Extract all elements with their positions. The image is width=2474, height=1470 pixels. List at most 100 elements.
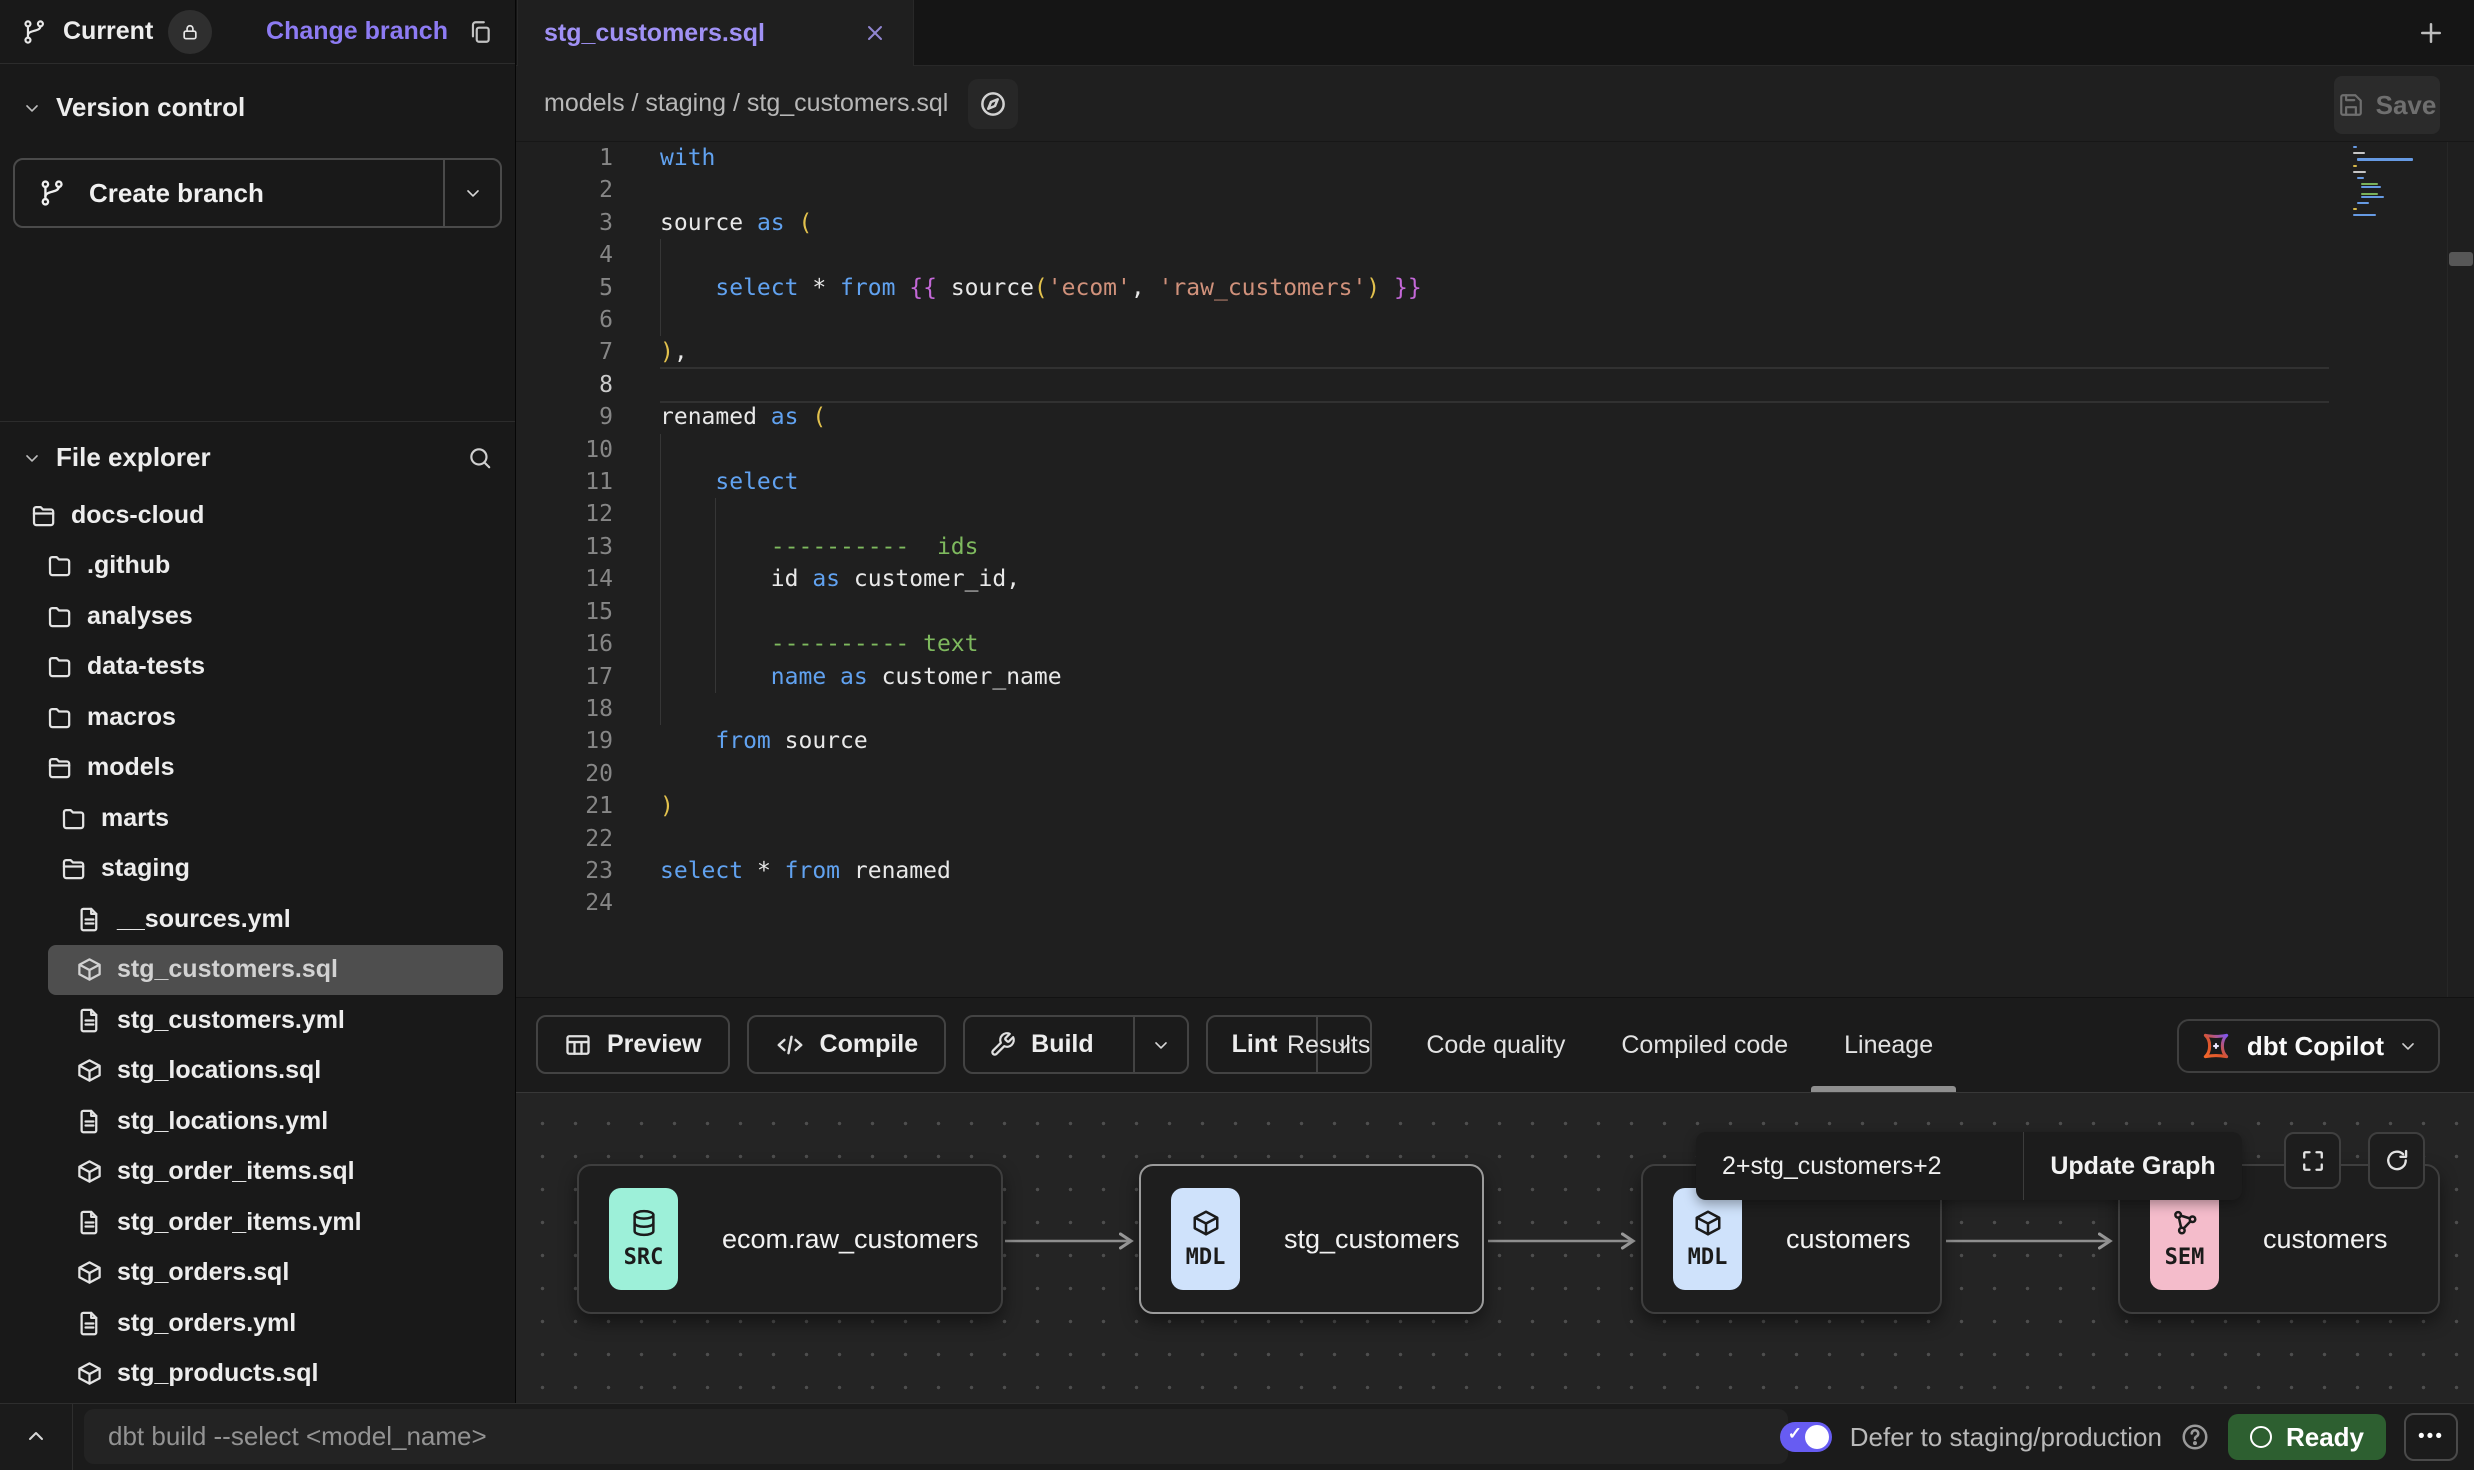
- ellipsis-icon: •••: [2418, 1426, 2444, 1448]
- new-tab-button[interactable]: [2416, 18, 2446, 48]
- database-icon: [629, 1208, 659, 1238]
- minimap-line: [2357, 158, 2413, 160]
- version-control-header[interactable]: Version control: [0, 92, 515, 123]
- compile-button[interactable]: Compile: [747, 1015, 947, 1074]
- tree-item-stg_order_items.sql[interactable]: stg_order_items.sql: [0, 1147, 515, 1198]
- file-icon: [76, 1209, 103, 1236]
- minimap-line: [2361, 196, 2384, 198]
- file-icon: [76, 1310, 103, 1337]
- refresh-button[interactable]: [2368, 1132, 2425, 1189]
- tree-item-label: macros: [87, 703, 176, 732]
- code-line-17: name as customer_name: [660, 661, 1422, 693]
- tree-item-stg_orders.yml[interactable]: stg_orders.yml: [0, 1298, 515, 1349]
- line-number-1: 1: [516, 142, 613, 174]
- create-branch-button[interactable]: Create branch: [15, 160, 443, 226]
- more-options-button[interactable]: •••: [2404, 1413, 2458, 1461]
- code-line-14: id as customer_id,: [660, 563, 1422, 595]
- code-line-6: [660, 304, 1422, 336]
- tree-item-label: .github: [87, 551, 170, 580]
- tree-item-marts[interactable]: marts: [0, 793, 515, 844]
- change-branch-link[interactable]: Change branch: [266, 17, 448, 46]
- update-graph-button[interactable]: Update Graph: [2023, 1132, 2242, 1200]
- tree-item-models[interactable]: models: [0, 743, 515, 794]
- command-input[interactable]: dbt build --select <model_name>: [84, 1409, 1788, 1464]
- file-icon: [76, 1108, 103, 1135]
- tree-item-staging[interactable]: staging: [0, 844, 515, 895]
- lineage-selector-input[interactable]: 2+stg_customers+2: [1696, 1132, 2023, 1200]
- folder-icon: [46, 552, 73, 579]
- results-tab-code-quality[interactable]: Code quality: [1426, 1031, 1565, 1060]
- code-line-22: [660, 823, 1422, 855]
- search-icon[interactable]: [467, 445, 493, 471]
- tree-item-label: marts: [101, 804, 169, 833]
- help-icon[interactable]: [2180, 1422, 2210, 1452]
- code-editor[interactable]: 123456789101112131415161718192021222324 …: [516, 142, 2474, 997]
- dbt-copilot-label: dbt Copilot: [2247, 1031, 2384, 1062]
- line-number-7: 7: [516, 336, 613, 368]
- ready-status-button[interactable]: Ready: [2228, 1414, 2386, 1460]
- node-badge-mdl: MDL: [1673, 1188, 1742, 1290]
- folder-icon: [46, 603, 73, 630]
- defer-toggle[interactable]: ✓: [1780, 1422, 1832, 1452]
- tree-item-__sources.yml[interactable]: __sources.yml: [0, 894, 515, 945]
- line-number-22: 22: [516, 823, 613, 855]
- save-button[interactable]: Save: [2334, 76, 2440, 134]
- file-tree: docs-cloud .github analyses data-tests macro…: [0, 490, 515, 1399]
- file-explorer-title: File explorer: [56, 442, 211, 473]
- results-tab-lineage[interactable]: Lineage: [1844, 1031, 1933, 1060]
- tree-item-label: analyses: [87, 602, 193, 631]
- tree-item-label: stg_customers.sql: [117, 955, 338, 984]
- results-tab-compiled-code[interactable]: Compiled code: [1621, 1031, 1788, 1060]
- folder-icon: [46, 653, 73, 680]
- line-number-19: 19: [516, 725, 613, 757]
- node-badge-label: MDL: [1186, 1245, 1226, 1270]
- create-branch-dropdown[interactable]: [443, 160, 500, 226]
- node-badge-label: SRC: [624, 1245, 664, 1270]
- tree-item-stg_customers.yml[interactable]: stg_customers.yml: [0, 995, 515, 1046]
- compass-icon: [978, 89, 1008, 119]
- fullscreen-button[interactable]: [2284, 1132, 2341, 1189]
- line-number-10: 10: [516, 434, 613, 466]
- copy-icon[interactable]: [467, 19, 493, 45]
- file-explorer-header[interactable]: File explorer: [0, 422, 515, 473]
- build-dropdown[interactable]: [1133, 1017, 1187, 1072]
- tree-item-stg_locations.sql[interactable]: stg_locations.sql: [0, 1046, 515, 1097]
- code-line-20: [660, 758, 1422, 790]
- code-content: with source as ( select * from {{ source…: [660, 142, 1422, 920]
- tree-item-label: stg_products.sql: [117, 1359, 318, 1388]
- tree-item-macros[interactable]: macros: [0, 692, 515, 743]
- lineage-node-src-ecom.raw_customers[interactable]: SRCecom.raw_customers: [577, 1164, 1003, 1314]
- status-bar: dbt build --select <model_name> ✓ Defer …: [0, 1403, 2474, 1470]
- minimap-line: [2361, 183, 2378, 185]
- results-tab-results[interactable]: Results: [1287, 1031, 1370, 1060]
- lineage-node-mdl-stg_customers[interactable]: MDLstg_customers: [1139, 1164, 1484, 1314]
- build-button[interactable]: Build: [965, 1017, 1118, 1072]
- tree-item-label: stg_order_items.sql: [117, 1157, 355, 1186]
- minimap-line: [2353, 171, 2366, 173]
- preview-button[interactable]: Preview: [536, 1015, 730, 1074]
- code-line-7: ),: [660, 336, 1422, 368]
- tree-item-stg_orders.sql[interactable]: stg_orders.sql: [0, 1248, 515, 1299]
- collapse-panel-button[interactable]: [24, 1424, 48, 1448]
- tree-item-label: __sources.yml: [117, 905, 291, 934]
- copilot-compass-button[interactable]: [968, 79, 1018, 129]
- scrollbar-thumb[interactable]: [2449, 252, 2473, 266]
- fullscreen-icon: [2299, 1147, 2327, 1175]
- tab-stg-customers-sql[interactable]: stg_customers.sql: [517, 0, 914, 66]
- tree-item-data-tests[interactable]: data-tests: [0, 642, 515, 693]
- tree-item-stg_customers.sql[interactable]: stg_customers.sql: [48, 945, 503, 996]
- tree-item-stg_products.sql[interactable]: stg_products.sql: [0, 1349, 515, 1400]
- dbt-copilot-button[interactable]: dbt Copilot: [2177, 1019, 2440, 1073]
- minimap-line: [2353, 146, 2357, 148]
- close-icon[interactable]: [863, 21, 887, 45]
- branch-lock-badge: [168, 10, 212, 54]
- tree-item-stg_locations.yml[interactable]: stg_locations.yml: [0, 1096, 515, 1147]
- tree-item-docs-cloud[interactable]: docs-cloud: [0, 490, 515, 541]
- build-split-button: Build: [963, 1015, 1189, 1074]
- tree-item-analyses[interactable]: analyses: [0, 591, 515, 642]
- minimap-line: [2361, 193, 2378, 195]
- tree-item-stg_order_items.yml[interactable]: stg_order_items.yml: [0, 1197, 515, 1248]
- lineage-filter-group: 2+stg_customers+2 Update Graph: [1696, 1132, 2242, 1200]
- tree-item-.github[interactable]: .github: [0, 541, 515, 592]
- compile-label: Compile: [820, 1030, 919, 1059]
